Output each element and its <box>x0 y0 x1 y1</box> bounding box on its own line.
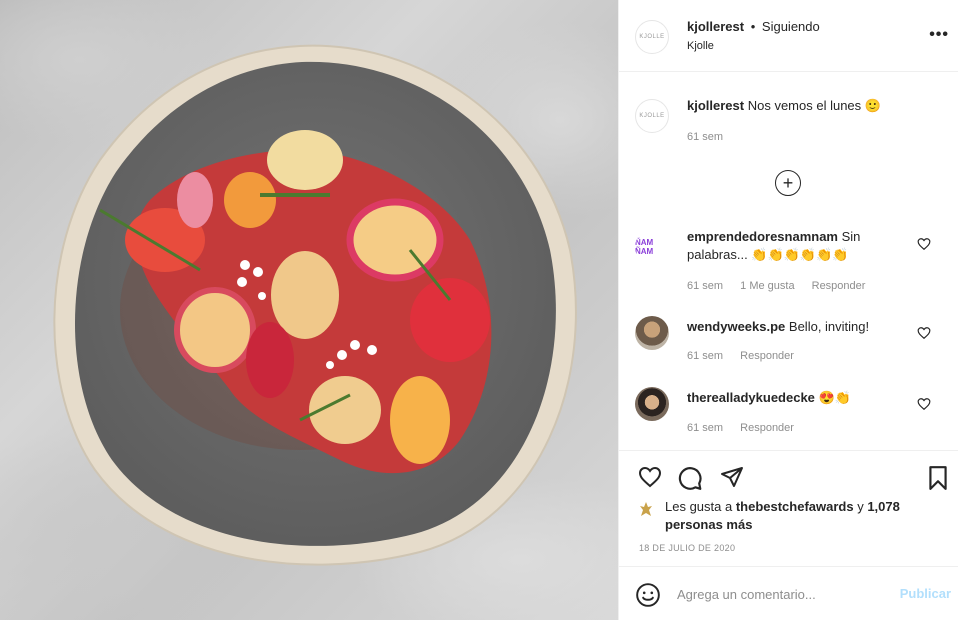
likes-middle: y <box>853 499 868 514</box>
comment-username[interactable]: wendyweeks.pe <box>687 319 785 334</box>
comment-meta: 61 sem Responder <box>687 350 808 362</box>
plus-circle-icon[interactable]: + <box>775 170 801 196</box>
avatar-text: KJOLLE <box>639 34 665 40</box>
comment-avatar[interactable]: ÑAM ÑAM <box>635 230 669 264</box>
caption-text: kjollerest Nos vemos el lunes 🙂 <box>687 98 937 114</box>
reply-button[interactable]: Responder <box>812 280 866 292</box>
heart-icon[interactable] <box>917 397 931 411</box>
reply-button[interactable]: Responder <box>740 422 794 434</box>
comment-likes[interactable]: 1 Me gusta <box>740 280 794 292</box>
comment-time[interactable]: 61 sem <box>687 280 723 292</box>
publish-button[interactable]: Publicar <box>900 586 951 601</box>
follow-status-button[interactable]: Siguiendo <box>762 19 820 34</box>
likes-text: Les gusta a thebestchefawards y 1,078 pe… <box>665 498 925 534</box>
reply-button[interactable]: Responder <box>740 350 794 362</box>
more-horizontal-icon[interactable]: ••• <box>929 26 949 44</box>
likes-user[interactable]: thebestchefawards <box>736 499 854 514</box>
location-link[interactable]: Kjolle <box>687 40 714 52</box>
comment-meta: 61 sem 1 Me gusta Responder <box>687 280 879 292</box>
comment-username[interactable]: emprendedoresnamnam <box>687 229 838 244</box>
comment-time[interactable]: 61 sem <box>687 422 723 434</box>
caption-body: Nos vemos el lunes 🙂 <box>747 98 881 113</box>
likes-prefix: Les gusta a <box>665 499 736 514</box>
smiley-icon[interactable] <box>635 582 661 608</box>
comment-body: Bello, inviting! <box>788 319 870 334</box>
comment-avatar[interactable] <box>635 387 669 421</box>
bookmark-icon[interactable] <box>927 465 949 491</box>
add-comment-bar: Publicar <box>619 566 958 620</box>
post-date[interactable]: 18 DE JULIO DE 2020 <box>639 543 735 553</box>
comment-time[interactable]: 61 sem <box>687 350 723 362</box>
comment-username[interactable]: therealladykuedecke <box>687 390 815 405</box>
comment-icon[interactable] <box>677 465 703 491</box>
comment-avatar[interactable] <box>635 316 669 350</box>
post-side-panel: KJOLLE kjollerest • Siguiendo Kjolle •••… <box>618 0 958 620</box>
separator-dot: • <box>750 19 756 34</box>
header-user-line: kjollerest • Siguiendo <box>687 19 820 34</box>
comment-meta: 61 sem Responder <box>687 422 808 434</box>
heart-icon[interactable] <box>917 326 931 340</box>
comment-text: wendyweeks.pe Bello, inviting! <box>687 318 902 336</box>
caption-avatar[interactable]: KJOLLE <box>635 99 669 133</box>
heart-icon[interactable] <box>637 465 663 489</box>
avatar-brand-text: ÑAM ÑAM <box>635 238 654 256</box>
comment-body: 😍👏 <box>818 390 851 405</box>
caption-time[interactable]: 61 sem <box>687 131 723 143</box>
comment-text: emprendedoresnamnam Sin palabras... 👏👏👏👏… <box>687 228 902 264</box>
post-header: KJOLLE kjollerest • Siguiendo Kjolle ••• <box>619 0 958 72</box>
caption-username[interactable]: kjollerest <box>687 98 744 113</box>
post-photo[interactable] <box>0 0 618 620</box>
award-logo-icon <box>640 502 652 516</box>
comment-input[interactable] <box>677 583 877 605</box>
heart-icon[interactable] <box>917 237 931 251</box>
send-icon[interactable] <box>719 465 745 489</box>
food-plate-image <box>53 44 577 566</box>
avatar-text: KJOLLE <box>639 113 665 119</box>
header-username[interactable]: kjollerest <box>687 19 744 34</box>
account-avatar[interactable]: KJOLLE <box>635 20 669 54</box>
comment-text: therealladykuedecke 😍👏 <box>687 389 902 407</box>
